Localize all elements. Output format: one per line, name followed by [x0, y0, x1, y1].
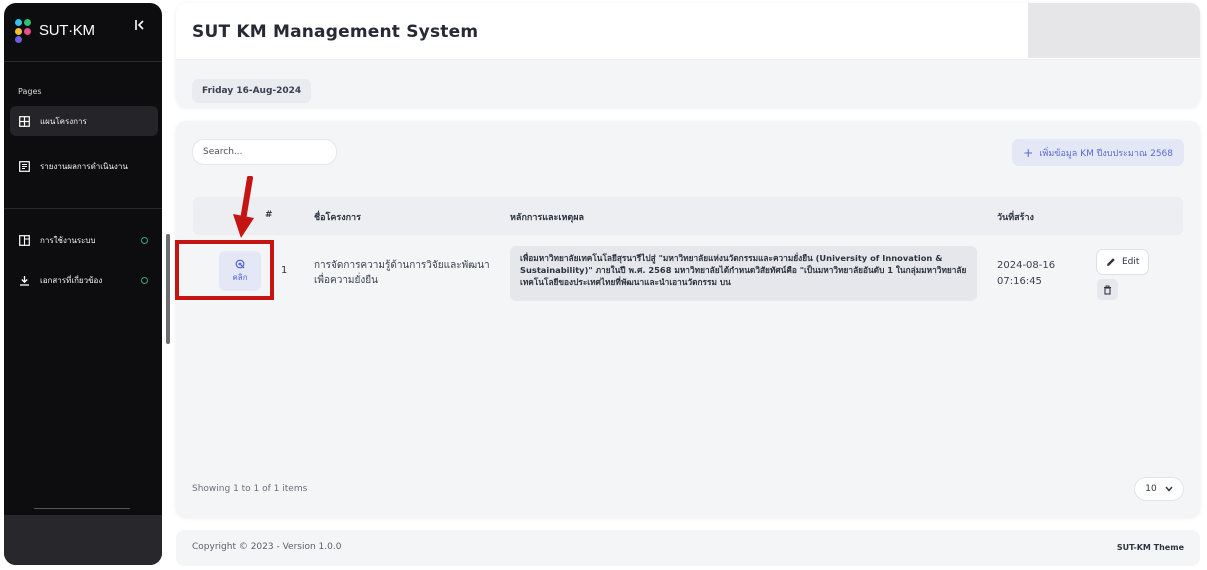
highlight-box — [175, 240, 274, 300]
header-placeholder — [1028, 3, 1200, 58]
table-header: # ชื่อโครงการ หลักการและเหตุผล วันที่สร้… — [193, 197, 1183, 235]
edit-label: Edit — [1122, 257, 1140, 267]
sidebar-divider — [34, 508, 130, 509]
download-icon — [18, 274, 30, 286]
header-subbar: Friday 16-Aug-2024 — [176, 60, 1200, 107]
sidebar-item-label: แผนโครงการ — [40, 116, 87, 126]
sidebar-divider — [4, 61, 162, 62]
brand-logo[interactable]: SUT·KM — [13, 17, 95, 43]
sidebar-divider — [4, 208, 162, 209]
search-input[interactable]: Search... — [192, 139, 337, 165]
add-km-label: เพิ่มข้อมูล KM ปีงบประมาณ 2568 — [1039, 148, 1173, 159]
page-title: SUT KM Management System — [192, 22, 479, 42]
sidebar-item-documents[interactable]: เอกสารที่เกี่ยวข้อง — [10, 265, 158, 295]
column-header-created-date: วันที่สร้าง — [997, 213, 1034, 223]
brand-name: SUT·KM — [39, 21, 95, 39]
created-datetime: 2024-08-16 07:16:45 — [997, 258, 1067, 290]
section-label-pages: Pages — [18, 87, 42, 96]
footer: Copyright © 2023 - Version 1.0.0 SUT-KM … — [176, 530, 1200, 566]
logo-icon — [13, 17, 35, 43]
chevrons-left-icon — [135, 20, 144, 30]
row-number: 1 — [281, 265, 288, 276]
status-dot — [141, 236, 148, 244]
sidebar-item-performance-report[interactable]: รายงานผลการดำเนินงาน — [10, 151, 158, 181]
table-row: คลิก 1 การจัดการความรู้ด้านการวิจัยและพั… — [193, 235, 1183, 307]
column-header-rationale: หลักการและเหตุผล — [510, 213, 585, 223]
chevron-down-icon — [1165, 486, 1173, 492]
theme-label: SUT-KM Theme — [1116, 543, 1184, 552]
project-name: การจัดการความรู้ด้านการวิจัยและพัฒนาเพื่… — [314, 260, 490, 286]
sidebar-item-label: รายงานผลการดำเนินงาน — [40, 161, 128, 171]
date-badge: Friday 16-Aug-2024 — [192, 79, 312, 103]
created-date: 2024-08-16 — [997, 260, 1056, 271]
page-size-value: 10 — [1145, 484, 1157, 494]
report-icon — [18, 160, 30, 172]
add-km-button[interactable]: + เพิ่มข้อมูล KM ปีงบประมาณ 2568 — [1012, 139, 1184, 166]
rationale-text: เพื่อมหาวิทยาลัยเทคโนโลยีสุรนารีไปสู่ "ม… — [520, 253, 967, 287]
plus-icon: + — [1023, 145, 1034, 160]
sidebar-scrollbar[interactable] — [166, 234, 170, 344]
status-dot — [141, 276, 148, 284]
rationale-textbox[interactable]: เพื่อมหาวิทยาลัยเทคโนโลยีสุรนารีไปสู่ "ม… — [510, 246, 977, 301]
sidebar-item-label: การใช้งานระบบ — [40, 235, 96, 245]
trash-icon — [1104, 285, 1111, 295]
grid-icon — [18, 115, 30, 127]
sidebar-item-label: เอกสารที่เกี่ยวข้อง — [40, 275, 103, 285]
sidebar-item-project-plan[interactable]: แผนโครงการ — [10, 106, 158, 136]
header-top: SUT KM Management System — [176, 3, 1200, 60]
header: SUT KM Management System Friday 16-Aug-2… — [176, 3, 1200, 107]
edit-button[interactable]: Edit — [1096, 249, 1150, 275]
column-header-project-name: ชื่อโครงการ — [314, 213, 361, 223]
arrow-down-icon — [233, 176, 254, 238]
copyright-text: Copyright © 2023 - Version 1.0.0 — [192, 542, 342, 552]
layout-icon — [18, 234, 30, 246]
pagination-info: Showing 1 to 1 of 1 items — [192, 484, 308, 494]
main-panel: Search... + เพิ่มข้อมูล KM ปีงบประมาณ 25… — [176, 121, 1200, 517]
delete-button[interactable] — [1097, 279, 1118, 300]
pencil-icon — [1107, 258, 1115, 266]
sidebar-footer — [4, 515, 162, 565]
collapse-sidebar-button[interactable] — [134, 19, 146, 35]
column-header-number: # — [265, 210, 273, 220]
created-time: 07:16:45 — [997, 276, 1042, 287]
sidebar: SUT·KM Pages แผนโครงการ รายงานผลการดำเนิ… — [4, 3, 162, 565]
page-size-select[interactable]: 10 — [1134, 477, 1184, 501]
sidebar-item-system-usage[interactable]: การใช้งานระบบ — [10, 225, 158, 255]
